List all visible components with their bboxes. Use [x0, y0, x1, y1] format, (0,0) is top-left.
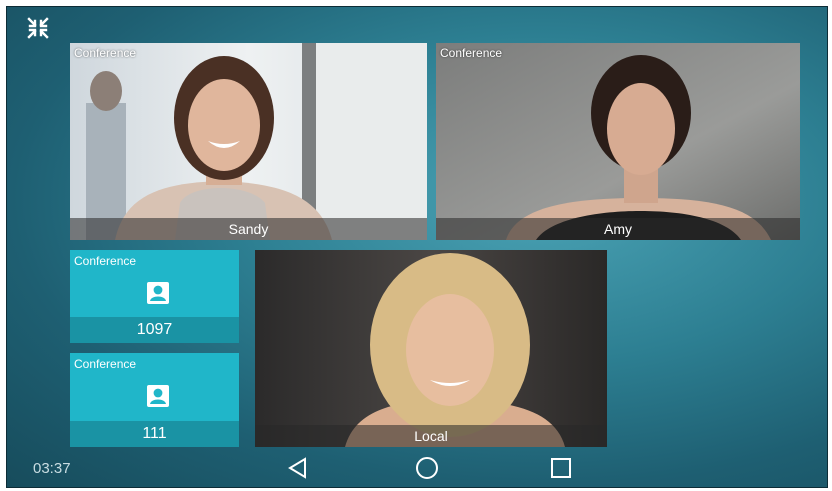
video-tile-local[interactable]: Local — [255, 250, 607, 447]
audio-tile-1097[interactable]: Conference 1097 — [70, 250, 239, 343]
status-clock: 03:37 — [33, 460, 71, 477]
participant-video-amy — [436, 43, 800, 240]
local-video-preview — [255, 250, 607, 447]
participant-number-1097: 1097 — [70, 317, 239, 343]
tile-status-label: Conference — [440, 46, 503, 60]
video-tile-sandy[interactable]: Conference Sandy — [70, 43, 427, 240]
tile-status-label: Conference — [74, 357, 137, 371]
video-tile-amy[interactable]: Conference Amy — [436, 43, 800, 240]
participant-number-111: 111 — [70, 421, 239, 447]
participant-name-sandy: Sandy — [70, 218, 427, 240]
tile-status-label: Conference — [74, 46, 137, 60]
contact-avatar-icon — [147, 385, 169, 407]
contact-avatar-icon — [147, 282, 169, 304]
local-video-label: Local — [255, 425, 607, 447]
tile-status-label: Conference — [74, 254, 137, 268]
circle-home-icon[interactable] — [413, 455, 441, 481]
triangle-back-icon[interactable] — [284, 455, 312, 481]
participant-name-amy: Amy — [436, 218, 800, 240]
video-conference-screen: Conference Sandy Conference Amy Conferen… — [6, 6, 828, 488]
exit-fullscreen-icon[interactable] — [27, 17, 49, 39]
participant-video-sandy — [70, 43, 427, 240]
audio-tile-111[interactable]: Conference 111 — [70, 353, 239, 447]
bottom-navigation-bar: 03:37 — [7, 449, 827, 487]
square-recents-icon[interactable] — [547, 455, 575, 481]
